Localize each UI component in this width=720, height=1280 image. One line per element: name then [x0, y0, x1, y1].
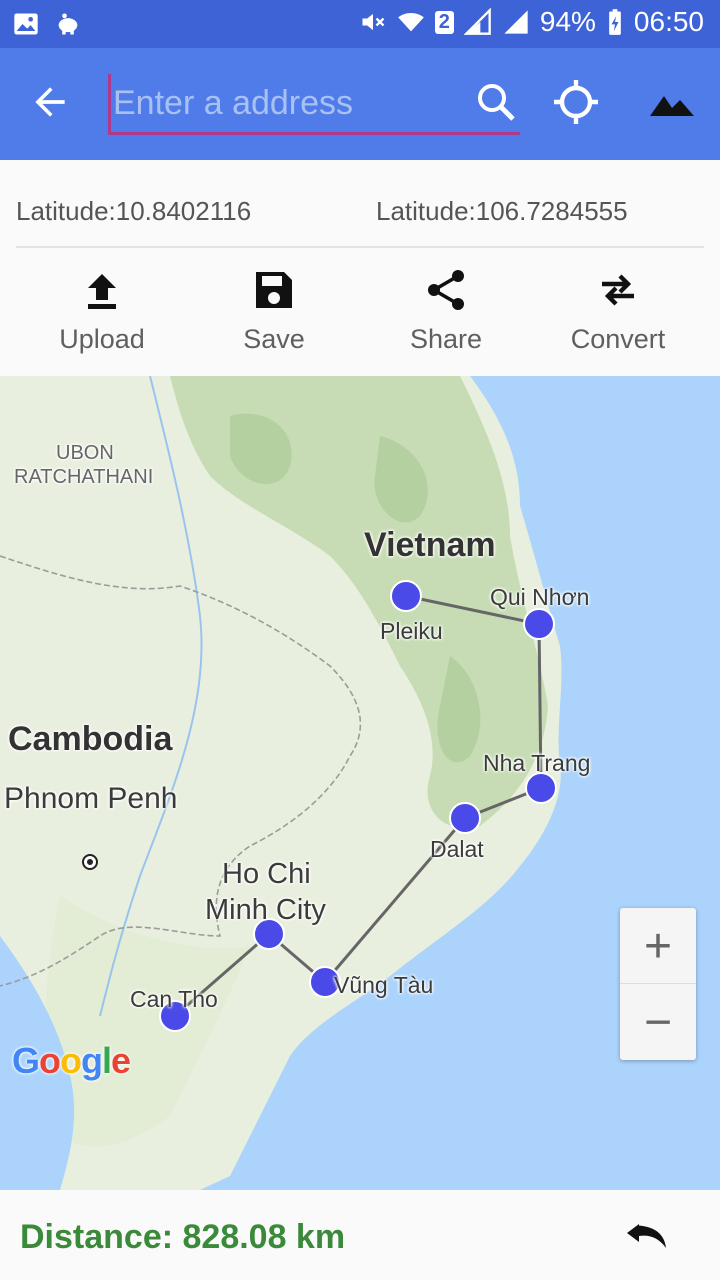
mute-icon	[362, 13, 385, 31]
upload-icon	[88, 274, 116, 309]
clock: 06:50	[633, 6, 704, 37]
undo-icon[interactable]	[624, 1218, 672, 1254]
share-icon	[428, 270, 464, 310]
piggy-bank-icon	[58, 13, 78, 35]
signal-icon	[463, 8, 491, 35]
zoom-in-button[interactable]: +	[620, 908, 696, 984]
route-marker[interactable]	[525, 772, 557, 804]
upload-button[interactable]: Upload	[16, 248, 188, 376]
wifi-icon	[397, 12, 424, 32]
terrain-icon[interactable]	[648, 78, 696, 126]
my-location-icon[interactable]	[552, 78, 600, 126]
route-marker[interactable]	[390, 580, 422, 612]
convert-button[interactable]: Convert	[532, 248, 704, 376]
save-button[interactable]: Save	[188, 248, 360, 376]
status-bar: 2 94% 06:50	[0, 0, 720, 48]
zoom-controls: + −	[620, 908, 696, 1060]
map-label-ubon: UBON	[56, 442, 114, 464]
map-label-phnom-penh: Phnom Penh	[4, 782, 178, 815]
swap-icon	[602, 274, 634, 306]
back-arrow-icon[interactable]	[28, 80, 72, 124]
share-label: Share	[409, 324, 483, 354]
map-label-qui-nhon: Qui Nhơn	[490, 584, 590, 610]
toolbar	[0, 48, 720, 160]
upload-label: Upload	[59, 324, 145, 354]
bottom-bar: Distance: 828.08 km	[0, 1190, 720, 1280]
latitude-label: Latitude:10.8402116	[16, 196, 252, 226]
action-bar: Upload Save Share Convert	[0, 248, 720, 376]
coordinates-row: Latitude:10.8402116 Latitude:106.7284555	[0, 160, 720, 248]
address-field[interactable]	[108, 74, 520, 135]
map-label-can-tho: Can Tho	[130, 986, 218, 1012]
map-label-vung-tau: Vũng Tàu	[334, 972, 434, 998]
map-label-vietnam: Vietnam	[364, 526, 496, 564]
map-label-dalat: Dalat	[430, 836, 484, 862]
save-label: Save	[243, 324, 305, 354]
map-label-hcmc-line2: Minh City	[205, 894, 326, 926]
map-label-cambodia: Cambodia	[8, 720, 173, 758]
image-icon	[14, 13, 38, 35]
map-label-hcmc-line1: Ho Chi	[222, 858, 311, 890]
share-button[interactable]: Share	[360, 248, 532, 376]
longitude-label: Latitude:106.7284555	[376, 196, 628, 226]
map-view[interactable]: UBON RATCHATHANI Vietnam Cambodia Phnom …	[0, 376, 720, 1190]
distance-label: Distance: 828.08 km	[20, 1218, 346, 1256]
address-input[interactable]	[108, 74, 520, 132]
map-label-pleiku: Pleiku	[380, 618, 443, 644]
save-icon	[256, 272, 292, 308]
convert-label: Convert	[570, 324, 666, 354]
zoom-out-button[interactable]: −	[620, 984, 696, 1060]
google-logo: Google	[12, 1040, 131, 1081]
route-marker[interactable]	[523, 608, 555, 640]
sim-badge: 2	[434, 10, 454, 34]
route-marker[interactable]	[449, 802, 481, 834]
battery-icon	[609, 9, 621, 35]
signal-icon	[504, 10, 528, 34]
map-label-nha-trang: Nha Trang	[483, 750, 591, 776]
search-icon[interactable]	[472, 78, 520, 126]
battery-percent: 94%	[539, 6, 596, 37]
map-label-ratchathani: RATCHATHANI	[14, 466, 154, 488]
